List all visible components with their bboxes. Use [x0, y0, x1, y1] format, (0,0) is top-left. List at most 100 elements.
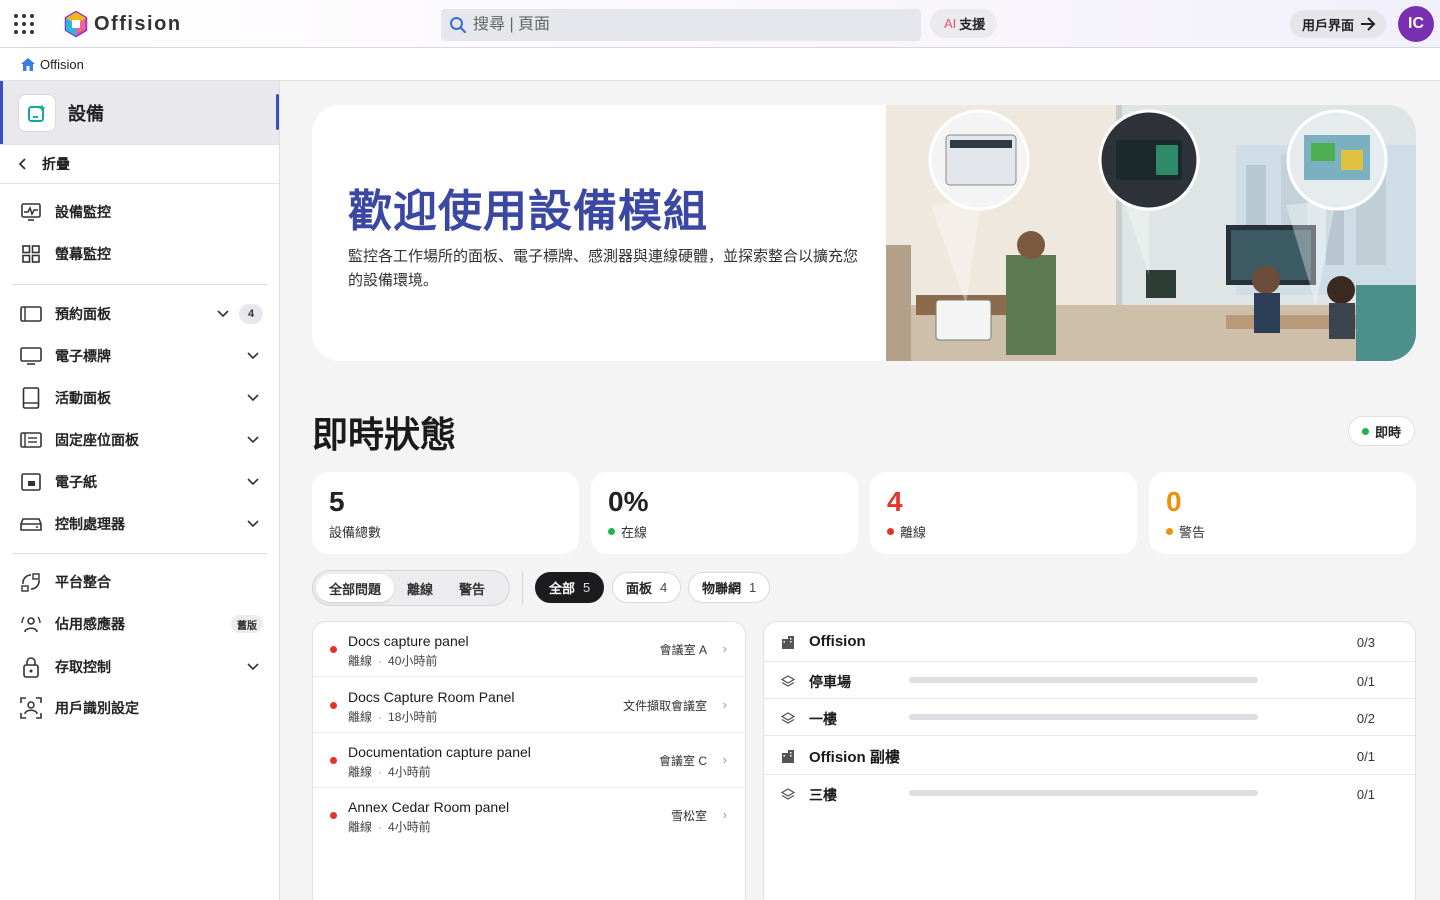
location-row-floor[interactable]: 一樓 0/2 [764, 699, 1415, 736]
device-status: 離線 [348, 710, 373, 724]
sidebar-module-header[interactable]: 設備 [0, 81, 279, 144]
chevron-right-icon: › [722, 752, 727, 767]
sidebar-item-digital-signage[interactable]: 電子標牌 [0, 336, 279, 376]
monitoring-icon [20, 201, 42, 223]
chip-count: 1 [749, 580, 757, 595]
issue-row[interactable]: Docs capture panel 離線 · 40小時前 會議室 A › [313, 622, 745, 677]
online-progress-bar [909, 677, 1258, 683]
epaper-icon [20, 471, 42, 493]
device-name: Docs Capture Room Panel [348, 689, 515, 705]
offline-dot-icon [330, 646, 337, 653]
user-interface-button[interactable]: 用戶界面 [1290, 10, 1387, 38]
brand-logo[interactable]: Offision [64, 10, 182, 38]
online-progress-bar [909, 790, 1258, 796]
count-badge: 4 [239, 304, 263, 324]
room-name: 會議室 C [658, 754, 707, 768]
location-row-building[interactable]: Offision 0/3 [764, 622, 1415, 662]
collapse-button[interactable]: 折疊 [0, 144, 279, 184]
issue-row[interactable]: Annex Cedar Room panel 離線 · 4小時前 雪松室 › [313, 788, 745, 843]
issues-list: Docs capture panel 離線 · 40小時前 會議室 A › Docs… [312, 621, 746, 900]
chevron-left-icon [18, 158, 26, 170]
sidebar-item-user-identification[interactable]: 用戶識別設定 [0, 688, 279, 728]
device-name: Docs capture panel [348, 633, 469, 649]
chip-label: 物聯網 [702, 581, 742, 596]
sidebar-item-fixed-seat-panel[interactable]: 固定座位面板 [0, 420, 279, 460]
chip-all[interactable]: 全部 5 [535, 572, 605, 603]
sidebar-item-device-monitoring[interactable]: 設備監控 [0, 192, 279, 232]
chip-iot[interactable]: 物聯網 1 [688, 572, 771, 603]
stat-card-offline[interactable]: 4 離線 [870, 472, 1137, 554]
chip-panel[interactable]: 面板 4 [612, 572, 682, 603]
processor-icon [20, 513, 42, 535]
chevron-down-icon[interactable] [247, 663, 259, 671]
device-status: 離線 [348, 820, 373, 834]
app-launcher-icon[interactable] [14, 14, 34, 34]
stat-card-warning[interactable]: 0 警告 [1149, 472, 1416, 554]
online-fraction: 0/1 [1356, 787, 1375, 802]
location-row-building[interactable]: Offision 副樓 0/1 [764, 736, 1415, 775]
issue-row[interactable]: Docs Capture Room Panel 離線 · 18小時前 文件擷取會議室… [313, 678, 745, 733]
chevron-down-icon[interactable] [217, 310, 229, 318]
seat-panel-icon [20, 429, 42, 451]
device-name: Annex Cedar Room panel [348, 799, 510, 815]
collapse-label: 折疊 [42, 156, 70, 172]
live-label: 即時 [1375, 424, 1402, 440]
sidebar-item-label: 電子標牌 [55, 348, 111, 364]
live-indicator[interactable]: 即時 [1348, 416, 1416, 446]
sidebar-divider [12, 553, 267, 554]
ai-support-button[interactable]: AI 支援 [930, 9, 998, 38]
segment-offline[interactable]: 離線 [394, 574, 446, 602]
online-fraction: 0/3 [1356, 635, 1375, 650]
sidebar-item-booking-panel[interactable]: 預約面板 4 [0, 294, 279, 334]
offline-dot-icon [887, 528, 894, 535]
layers-icon [781, 712, 795, 724]
issue-row[interactable]: Documentation capture panel 離線 · 4小時前 會議室 … [313, 733, 745, 788]
home-icon[interactable] [20, 57, 36, 72]
device-name: Documentation capture panel [348, 744, 531, 760]
online-fraction: 0/1 [1356, 749, 1375, 764]
user-interface-label: 用戶界面 [1302, 17, 1355, 33]
user-avatar[interactable]: IC [1398, 6, 1434, 42]
room-name: 文件擷取會議室 [622, 699, 707, 713]
chevron-right-icon: › [722, 697, 727, 712]
search-bar[interactable] [441, 9, 921, 41]
sidebar-item-label: 用戶識別設定 [55, 700, 139, 716]
last-seen: 4小時前 [388, 765, 431, 779]
chevron-down-icon[interactable] [247, 436, 259, 444]
ai-sparkle-icon: AI [944, 16, 957, 31]
device-module-icon [18, 93, 56, 132]
sidebar-item-activity-panel[interactable]: 活動面板 [0, 378, 279, 418]
location-row-floor[interactable]: 停車場 0/1 [764, 662, 1415, 699]
last-seen: 4小時前 [388, 820, 431, 834]
last-seen: 40小時前 [388, 654, 438, 668]
sidebar-item-label: 控制處理器 [55, 516, 125, 532]
chip-label: 面板 [626, 581, 653, 596]
search-input[interactable] [473, 16, 893, 34]
building-icon [782, 750, 794, 763]
stat-card-total[interactable]: 5 設備總數 [312, 472, 579, 554]
stat-value: 0 [1166, 486, 1182, 517]
stat-label: 離線 [900, 525, 927, 540]
chevron-down-icon[interactable] [247, 478, 259, 486]
breadcrumb-home-link[interactable]: Offision [40, 57, 84, 72]
location-name: 一樓 [809, 711, 837, 727]
sidebar-item-platform-integration[interactable]: 平台整合 [0, 562, 279, 602]
location-row-floor[interactable]: 三樓 0/1 [764, 775, 1415, 812]
sidebar-item-epaper[interactable]: 電子紙 [0, 462, 279, 502]
sidebar-item-control-processor[interactable]: 控制處理器 [0, 504, 279, 544]
sidebar-item-screen-monitoring[interactable]: 螢幕監控 [0, 234, 279, 274]
chip-label: 全部 [549, 581, 576, 596]
locations-panel: Offision 0/3 停車場 0/1 一樓 0/2 Offision 副樓 … [763, 621, 1416, 900]
chevron-down-icon[interactable] [247, 520, 259, 528]
stat-card-online[interactable]: 0% 在線 [591, 472, 858, 554]
issue-filter-segmented-control: 全部問題 離線 警告 [312, 570, 510, 606]
issue-meta: 離線 · 40小時前 [348, 654, 438, 668]
sidebar-item-access-control[interactable]: 存取控制 [0, 647, 279, 687]
chevron-down-icon[interactable] [247, 352, 259, 360]
layers-icon [781, 675, 795, 687]
chevron-down-icon[interactable] [247, 394, 259, 402]
sidebar-item-occupancy-sensor[interactable]: 佔用感應器 舊版 [0, 604, 279, 644]
sidebar: 設備 折疊 設備監控 螢幕監控 預約面板 4 電子標牌 活動面板 固定座位面板 … [0, 81, 280, 900]
segment-warning[interactable]: 警告 [446, 574, 498, 602]
segment-all-issues[interactable]: 全部問題 [316, 574, 395, 602]
